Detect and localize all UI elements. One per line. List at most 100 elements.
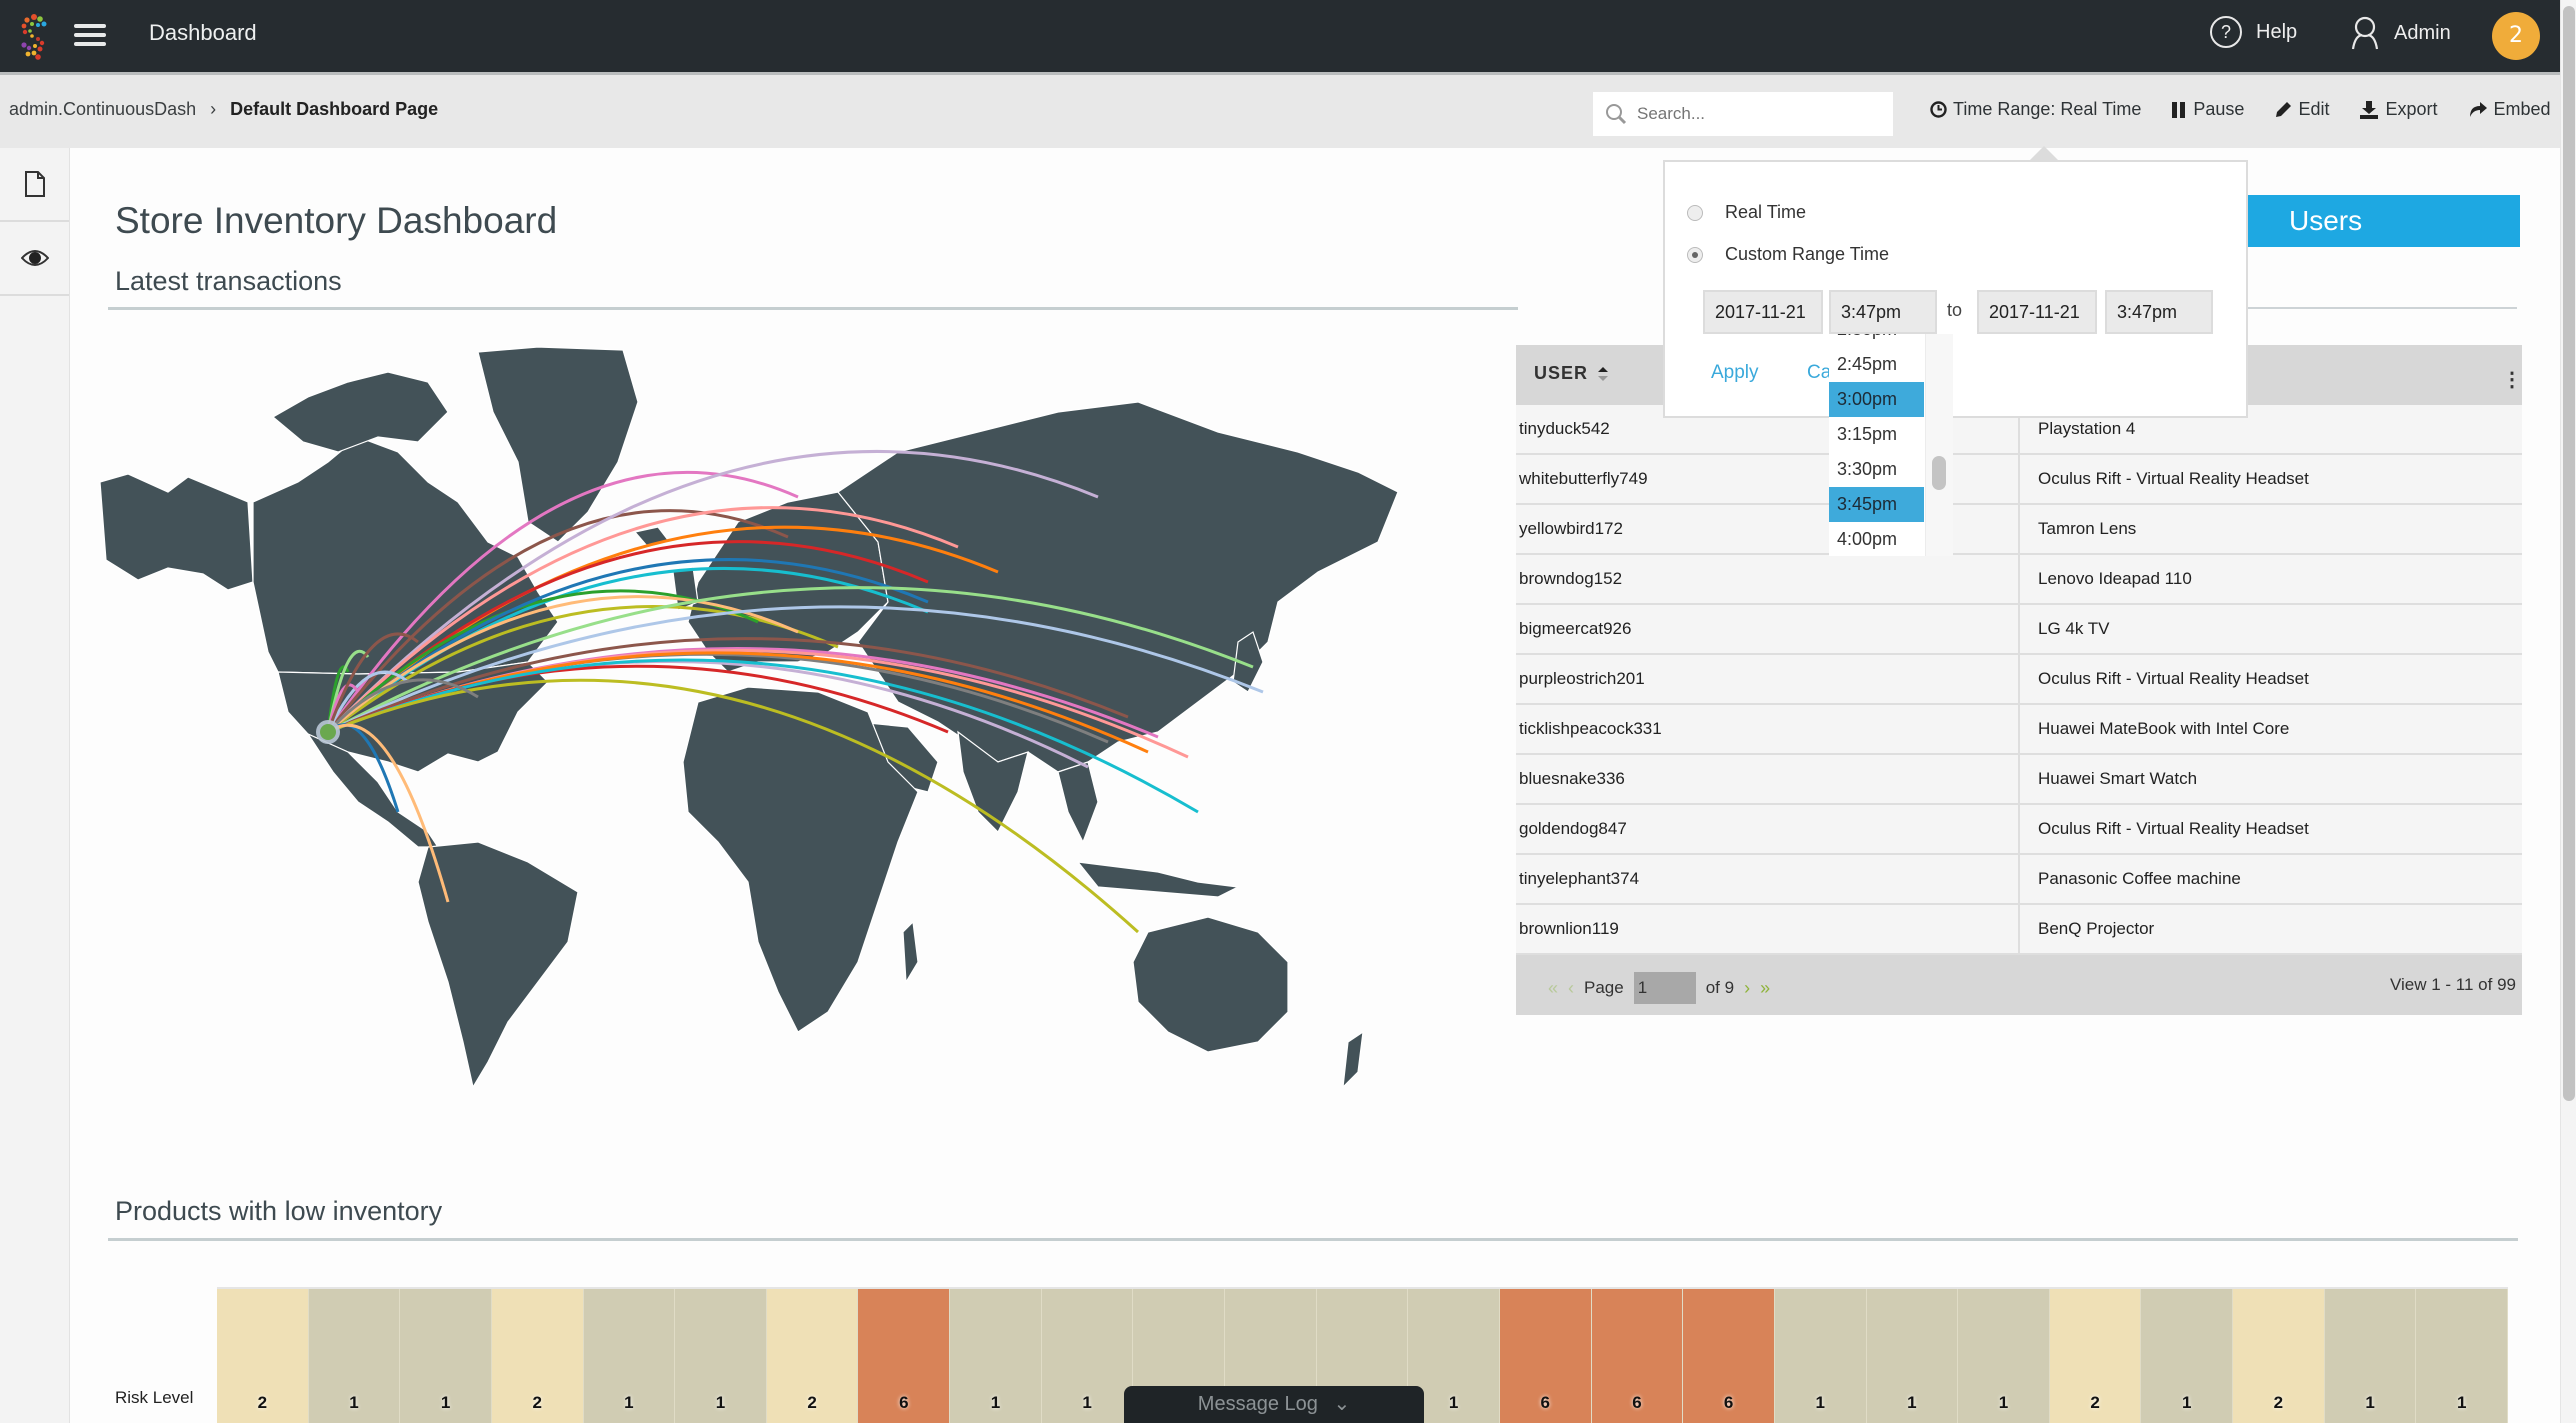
time-option[interactable]: 2:45pm	[1829, 347, 1924, 382]
from-date-input[interactable]: 2017-11-21	[1703, 290, 1823, 334]
table-row[interactable]: browndog152 Lenovo Ideapad 110	[1516, 555, 2522, 605]
message-log-label: Message Log	[1197, 1393, 1318, 1415]
sidebar-view-button[interactable]	[0, 222, 69, 296]
heatmap-cell[interactable]: 6	[1499, 1289, 1592, 1423]
page-number-input[interactable]	[1633, 972, 1696, 1004]
heatmap-cell-value: 1	[2456, 1393, 2467, 1412]
heatmap-cell[interactable]: 2	[766, 1289, 859, 1423]
app-title: Dashboard	[149, 20, 257, 45]
heatmap-cell[interactable]: 1	[1774, 1289, 1867, 1423]
heatmap-cell[interactable]: 1	[583, 1289, 676, 1423]
time-option[interactable]: 3:00pm	[1829, 382, 1924, 417]
page-scroll-thumb[interactable]	[2563, 6, 2575, 1101]
table-row[interactable]: whitebutterfly749 Oculus Rift - Virtual R…	[1516, 455, 2522, 505]
table-row[interactable]: ticklishpeacock331 Huawei MateBook with I…	[1516, 705, 2522, 755]
time-option[interactable]: 2:30pm	[1829, 334, 1924, 347]
export-button[interactable]: Export	[2359, 99, 2438, 120]
table-row[interactable]: yellowbird172 Tamron Lens	[1516, 505, 2522, 555]
heatmap-cell-value: 2	[2090, 1393, 2100, 1412]
heatmap-cell[interactable]: 1	[675, 1289, 767, 1423]
heatmap-cell[interactable]: 6	[858, 1289, 951, 1423]
table-row[interactable]: brownlion119 BenQ Projector	[1516, 905, 2522, 955]
landmass-southeast-asia	[1057, 761, 1099, 844]
cell-product: BenQ Projector	[2038, 919, 2155, 938]
message-log-toggle[interactable]: Message Log ⌄	[1124, 1386, 1424, 1423]
notification-badge[interactable]: 2	[2492, 12, 2540, 60]
app-logo-icon[interactable]	[16, 12, 52, 60]
menu-icon[interactable]	[74, 24, 106, 48]
last-page-button[interactable]: »	[1760, 978, 1770, 999]
table-row[interactable]: goldendog847 Oculus Rift - Virtual Realit…	[1516, 805, 2522, 855]
landmass-new-zealand	[1342, 1030, 1364, 1089]
time-option[interactable]: 3:30pm	[1829, 452, 1924, 487]
heatmap-cell[interactable]: 1	[400, 1289, 492, 1423]
cell-user: brownlion119	[1516, 905, 2020, 953]
time-dropdown-scrollbar[interactable]	[1925, 334, 1953, 556]
time-option[interactable]: 3:15pm	[1829, 417, 1924, 452]
edit-button[interactable]: Edit	[2274, 99, 2329, 120]
heatmap-cell[interactable]: 1	[2416, 1289, 2509, 1423]
pause-button[interactable]: Pause	[2171, 99, 2244, 120]
heatmap-cell[interactable]: 1	[1958, 1289, 2050, 1423]
page-scrollbar[interactable]	[2560, 0, 2576, 1423]
world-map[interactable]	[98, 342, 1510, 1090]
heatmap-cell-value: 2	[2273, 1393, 2284, 1412]
cell-product: LG 4k TV	[2038, 619, 2110, 638]
time-dropdown-scroll-thumb[interactable]	[1932, 456, 1946, 490]
sidebar-pages-button[interactable]	[0, 148, 69, 222]
user-menu-button[interactable]: Admin	[2350, 16, 2451, 50]
cell-user: bigmeercat926	[1516, 605, 2020, 653]
radio-real-time-control[interactable]	[1687, 204, 1703, 221]
help-button[interactable]: ? Help	[2210, 16, 2297, 48]
heatmap-cell[interactable]: 2	[491, 1289, 584, 1423]
next-page-button[interactable]: ›	[1744, 978, 1750, 999]
search-box[interactable]	[1593, 92, 1893, 136]
time-option[interactable]: 3:45pm	[1829, 487, 1924, 522]
heatmap-cell[interactable]: 2	[217, 1289, 309, 1423]
first-page-button[interactable]: «	[1548, 978, 1558, 999]
heatmap-cell[interactable]: 1	[1866, 1289, 1959, 1423]
origin-marker[interactable]	[316, 720, 340, 744]
heatmap-cell[interactable]: 1	[308, 1289, 401, 1423]
table-row[interactable]: tinyelephant374 Panasonic Coffee machine	[1516, 855, 2522, 905]
time-option[interactable]: 4:00pm	[1829, 522, 1924, 556]
transactions-title: Latest transactions	[115, 266, 342, 296]
heatmap-cell[interactable]: 2	[2233, 1289, 2325, 1423]
heatmap-cell[interactable]: 1	[1041, 1289, 1134, 1423]
from-time-input[interactable]: 3:47pm	[1829, 290, 1937, 334]
embed-button[interactable]: Embed	[2468, 99, 2551, 120]
landmass-arctic-islands	[271, 371, 449, 453]
heatmap-cell-value: 1	[2365, 1393, 2375, 1412]
user-label: Admin	[2394, 21, 2451, 44]
help-label: Help	[2256, 20, 2298, 43]
left-sidebar	[0, 148, 70, 1423]
time-range-popup: Real Time Custom Range Time 2017-11-21 3…	[1663, 160, 2248, 418]
user-icon	[2351, 16, 2379, 50]
heatmap-cell[interactable]: 1	[2324, 1289, 2417, 1423]
heatmap-cell[interactable]: 1	[2141, 1289, 2234, 1423]
table-row[interactable]: bigmeercat926 LG 4k TV	[1516, 605, 2522, 655]
edit-label: Edit	[2298, 99, 2330, 119]
to-date-input[interactable]: 2017-11-21	[1977, 290, 2097, 334]
column-header-user[interactable]: USER	[1534, 363, 1610, 384]
apply-button[interactable]: Apply	[1711, 362, 1759, 384]
heatmap-cell[interactable]: 6	[1683, 1289, 1775, 1423]
prev-page-button[interactable]: ‹	[1568, 978, 1574, 999]
to-time-input[interactable]: 3:47pm	[2105, 290, 2213, 334]
heatmap-cell[interactable]: 2	[2049, 1289, 2142, 1423]
breadcrumb-parent[interactable]: admin.ContinuousDash	[9, 99, 196, 120]
column-options-icon[interactable]: ⋮	[2502, 367, 2522, 392]
landmass-indonesia	[1076, 861, 1241, 898]
table-row[interactable]: purpleostrich201 Oculus Rift - Virtual Re…	[1516, 655, 2522, 705]
cancel-button[interactable]: Ca	[1807, 362, 1831, 384]
time-range-button[interactable]: Time Range: Real Time	[1930, 99, 2141, 120]
radio-custom-range-control[interactable]	[1687, 246, 1703, 263]
heatmap-cell[interactable]: 1	[950, 1289, 1042, 1423]
search-input[interactable]	[1637, 104, 1877, 124]
table-row[interactable]: bluesnake336 Huawei Smart Watch	[1516, 755, 2522, 805]
heatmap-cell[interactable]: 6	[1591, 1289, 1684, 1423]
radio-custom-range[interactable]: Custom Range Time	[1687, 244, 1889, 265]
export-label: Export	[2385, 99, 2438, 119]
radio-real-time[interactable]: Real Time	[1687, 202, 1806, 223]
cell-user: ticklishpeacock331	[1516, 705, 2020, 753]
